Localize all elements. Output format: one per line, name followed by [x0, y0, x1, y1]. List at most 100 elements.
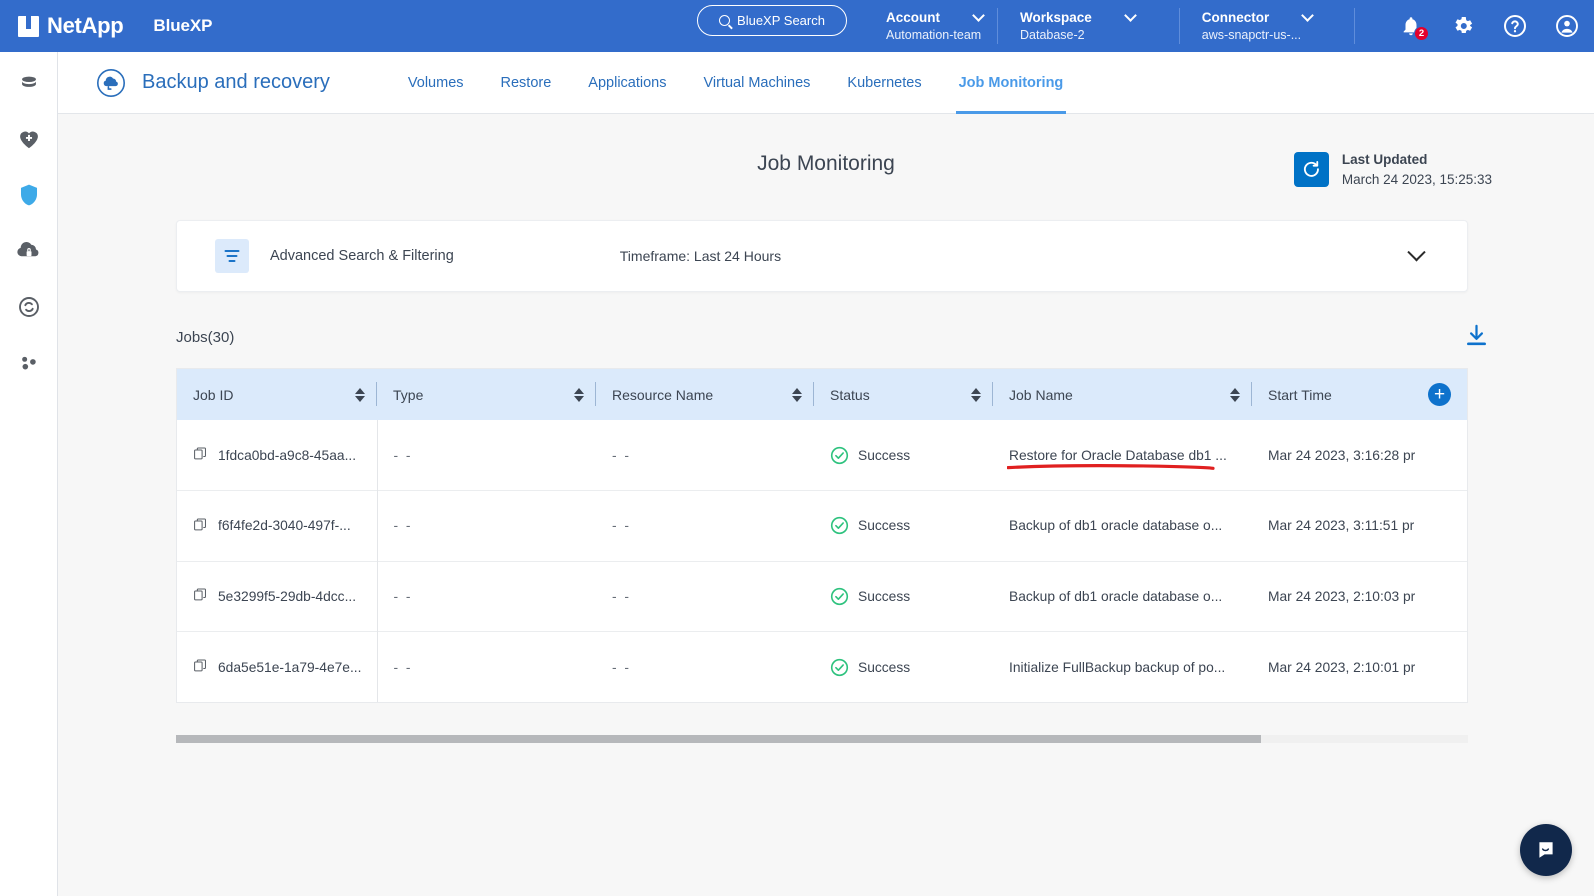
top-icon-group: 2 [1398, 0, 1580, 52]
cell-job-id: 6da5e51e-1a79-4e7e... [177, 632, 377, 703]
job-name-value: Restore for Oracle Database db1 ... [1009, 448, 1227, 463]
user-account-icon[interactable] [1554, 13, 1580, 39]
column-header-start-time[interactable]: Start Time + [1252, 369, 1467, 420]
table-row[interactable]: 1fdca0bd-a9c8-45aa... - - - - Su [177, 420, 1467, 491]
table-header-row: Job ID Type [177, 369, 1467, 420]
chevron-down-icon[interactable] [1407, 243, 1425, 261]
column-header-job-id[interactable]: Job ID [177, 369, 377, 420]
bluexp-search-label: BlueXP Search [737, 13, 825, 28]
sort-toggle-icon[interactable] [355, 388, 365, 402]
column-label: Job ID [193, 387, 233, 403]
bluexp-wordmark: BlueXP [153, 16, 212, 36]
netapp-wordmark: NetApp [47, 13, 123, 39]
column-header-job-name[interactable]: Job Name [993, 369, 1252, 420]
sidebar-item-protection[interactable] [14, 180, 44, 210]
divider [1179, 8, 1180, 44]
copy-icon[interactable] [193, 517, 208, 535]
cell-status: Success [814, 561, 993, 632]
table-row[interactable]: 6da5e51e-1a79-4e7e... - - - - Su [177, 632, 1467, 703]
download-icon[interactable] [1463, 322, 1490, 354]
column-label: Type [393, 387, 423, 403]
workspace-selector[interactable]: Workspace Database-2 [1006, 0, 1149, 52]
search-icon [719, 15, 730, 26]
app-root: NetApp BlueXP BlueXP Search Account Auto… [0, 0, 1594, 896]
copy-icon[interactable] [193, 658, 208, 676]
security-lock-cloud-icon [16, 238, 42, 264]
sort-toggle-icon[interactable] [792, 388, 802, 402]
refresh-button[interactable] [1294, 152, 1329, 187]
cell-job-name: Restore for Oracle Database db1 ... [993, 420, 1252, 491]
settings-gear-icon[interactable] [1450, 13, 1476, 39]
workspace-value: Database-2 [1020, 28, 1135, 42]
left-sidebar-rail [0, 52, 58, 896]
sidebar-item-mobility[interactable] [14, 292, 44, 322]
bluexp-search-button[interactable]: BlueXP Search [697, 5, 847, 36]
cell-type: - - [377, 561, 596, 632]
sidebar-item-health[interactable] [14, 124, 44, 154]
cell-status: Success [814, 632, 993, 703]
cell-job-id: f6f4fe2d-3040-497f-... [177, 491, 377, 562]
tab-volumes[interactable]: Volumes [408, 52, 464, 114]
sort-toggle-icon[interactable] [971, 388, 981, 402]
chat-bubble-icon[interactable] [1520, 824, 1572, 876]
status-label: Success [858, 589, 910, 604]
help-question-icon[interactable] [1502, 13, 1528, 39]
netapp-logo[interactable]: NetApp BlueXP [18, 13, 212, 39]
service-tabs: Volumes Restore Applications Virtual Mac… [408, 52, 1063, 114]
tab-applications[interactable]: Applications [588, 52, 666, 114]
chevron-down-icon [1124, 9, 1137, 22]
health-heart-icon [16, 126, 42, 152]
account-value: Automation-team [886, 28, 983, 42]
status-label: Success [858, 518, 910, 533]
chevron-down-icon [1301, 9, 1314, 22]
chevron-down-icon [972, 9, 985, 22]
cell-job-id: 1fdca0bd-a9c8-45aa... [177, 420, 377, 491]
sidebar-item-governance[interactable] [14, 348, 44, 378]
advanced-search-label: Advanced Search & Filtering [270, 248, 454, 264]
cell-resource-name: - - [596, 420, 814, 491]
cell-type: - - [377, 491, 596, 562]
column-header-type[interactable]: Type [377, 369, 596, 420]
scrollbar-thumb[interactable] [176, 735, 1261, 743]
page-header: Job Monitoring Last Updated March 24 202… [58, 114, 1594, 214]
connector-selector[interactable]: Connector aws-snapctr-us-... [1188, 0, 1327, 52]
filter-lines-icon[interactable] [215, 239, 249, 273]
cell-status: Success [814, 420, 993, 491]
copy-icon[interactable] [193, 587, 208, 605]
advanced-search-filter-bar[interactable]: Advanced Search & Filtering Timeframe: L… [176, 220, 1468, 292]
account-selector[interactable]: Account Automation-team [872, 0, 997, 52]
tab-job-monitoring[interactable]: Job Monitoring [959, 52, 1064, 114]
cell-status: Success [814, 491, 993, 562]
service-brand[interactable]: Backup and recovery [94, 66, 330, 100]
table-row[interactable]: 5e3299f5-29db-4dcc... - - - - Su [177, 561, 1467, 632]
success-check-icon [830, 658, 849, 677]
last-updated-value: March 24 2023, 15:25:33 [1342, 170, 1492, 190]
column-header-status[interactable]: Status [814, 369, 993, 420]
last-updated-text: Last Updated March 24 2023, 15:25:33 [1342, 150, 1492, 189]
add-column-button[interactable]: + [1428, 383, 1451, 406]
cell-job-id: 5e3299f5-29db-4dcc... [177, 561, 377, 632]
main-content: Job Monitoring Last Updated March 24 202… [58, 114, 1594, 896]
copy-icon[interactable] [193, 446, 208, 464]
column-header-resource-name[interactable]: Resource Name [596, 369, 814, 420]
sidebar-item-security[interactable] [14, 236, 44, 266]
last-updated-label: Last Updated [1342, 150, 1492, 170]
success-check-icon [830, 446, 849, 465]
table-horizontal-scrollbar[interactable] [176, 732, 1468, 743]
tab-restore[interactable]: Restore [501, 52, 552, 114]
notification-bell-icon[interactable]: 2 [1398, 13, 1424, 39]
canvas-storage-icon [16, 70, 42, 96]
status-label: Success [858, 660, 910, 675]
tab-kubernetes[interactable]: Kubernetes [847, 52, 921, 114]
tab-virtual-machines[interactable]: Virtual Machines [703, 52, 810, 114]
notification-count-badge: 2 [1414, 26, 1429, 41]
sidebar-item-canvas[interactable] [14, 68, 44, 98]
jobs-count-label: Jobs(30) [176, 329, 234, 346]
sort-toggle-icon[interactable] [1230, 388, 1240, 402]
cell-job-name: Initialize FullBackup backup of po... [993, 632, 1252, 703]
sort-toggle-icon[interactable] [574, 388, 584, 402]
table-row[interactable]: f6f4fe2d-3040-497f-... - - - - S [177, 491, 1467, 562]
column-label: Status [830, 387, 870, 403]
service-title: Backup and recovery [142, 71, 330, 94]
job-id-value: 1fdca0bd-a9c8-45aa... [218, 448, 356, 463]
